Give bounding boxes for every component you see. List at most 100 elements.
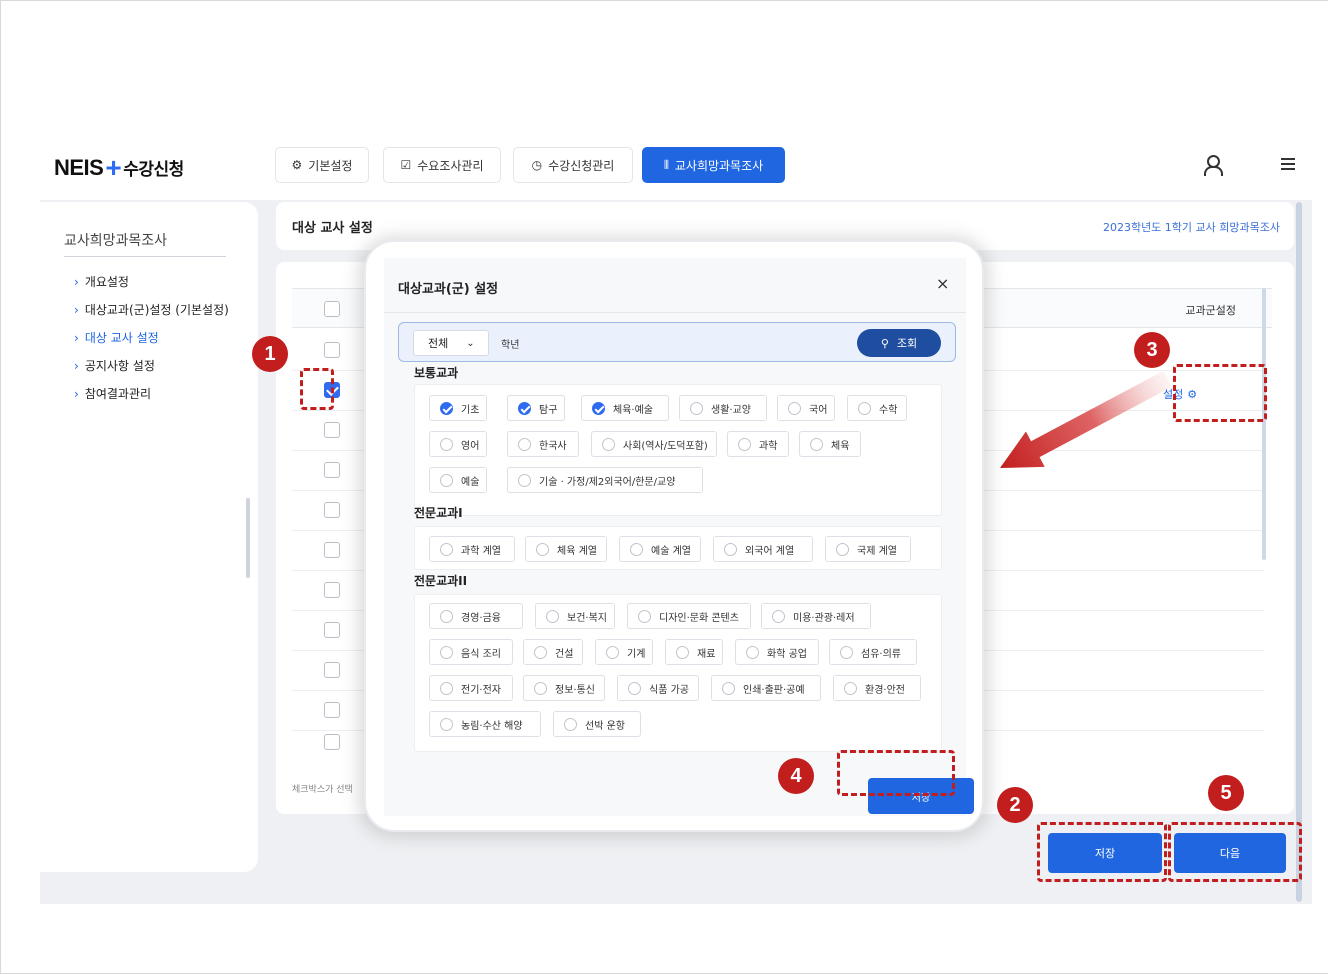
unchecked-circle-icon (440, 437, 453, 451)
subject-option[interactable]: 예술 계열 (619, 536, 701, 562)
modal-divider (384, 312, 966, 313)
sidebar-item-label: 공지사항 설정 (84, 359, 155, 373)
subject-option[interactable]: 농림·수산 해양 (429, 711, 541, 737)
unchecked-circle-icon (602, 437, 615, 451)
row-checkbox[interactable] (324, 422, 340, 438)
subject-option[interactable]: 음식 조리 (429, 639, 513, 665)
logo-plus: + (105, 152, 122, 183)
subject-option-label: 건설 (555, 648, 574, 660)
subject-option[interactable]: 국제 계열 (825, 536, 911, 562)
section-vocational-2: 경영·금융 보건·복지 디자인·문화 콘텐츠 미용·관광·레저음식 조리 건설 기계 재료 화… (414, 594, 942, 752)
subject-option[interactable]: 기계 (595, 639, 653, 665)
subject-option[interactable]: 생활·교양 (679, 395, 767, 421)
subject-option[interactable]: 인쇄·출판·공예 (711, 675, 821, 701)
sidebar: 교사희망과목조사 › 개요설정 › 대상교과(군)설정 (기본설정) › 대상 교사 … (40, 202, 258, 872)
subject-option-label: 경영·금융 (461, 612, 501, 624)
subject-option[interactable]: 과학 (727, 431, 789, 457)
row-checkbox[interactable] (324, 662, 340, 678)
logo-subtitle: 수강신청 (123, 160, 184, 180)
row-checkbox[interactable] (324, 702, 340, 718)
checked-circle-icon (592, 401, 605, 415)
subject-option-label: 선박 운항 (585, 720, 625, 732)
sidebar-item-results[interactable]: › 참여결과관리 (74, 385, 151, 402)
app-logo[interactable]: NEIS+ 수강신청 (54, 150, 184, 183)
subject-option[interactable]: 전기·전자 (429, 675, 513, 701)
unchecked-circle-icon (638, 609, 651, 623)
subject-option[interactable]: 선박 운항 (553, 711, 641, 737)
subject-option-label: 전기·전자 (461, 684, 501, 696)
row-checkbox[interactable] (324, 582, 340, 598)
subject-option[interactable]: 체육·예술 (581, 395, 669, 421)
subject-option[interactable]: 수학 (847, 395, 907, 421)
tab-basic-settings[interactable]: ⚙ 기본설정 (275, 147, 369, 183)
subject-option[interactable]: 건설 (523, 639, 583, 665)
menu-icon[interactable] (1281, 158, 1295, 170)
subject-option-label: 사회(역사/도덕포함) (623, 440, 708, 452)
row-checkbox[interactable] (324, 734, 340, 750)
modal-body: 대상교과(군) 설정 × 전체 ⌄ 학년 ⚲ 조회 보통교과 기초 탐구 체육·예술… (384, 258, 974, 816)
subject-option[interactable]: 경영·금융 (429, 603, 523, 629)
subject-option[interactable]: 체육 (799, 431, 861, 457)
tab-demand-survey[interactable]: ☑ 수요조사관리 (383, 147, 501, 183)
sidebar-item-target-teachers[interactable]: › 대상 교사 설정 (74, 329, 159, 346)
select-all-checkbox[interactable] (324, 301, 340, 317)
scope-select-value: 전체 (428, 337, 449, 350)
tab-enrollment[interactable]: ◷ 수강신청관리 (513, 147, 633, 183)
subject-option[interactable]: 한국사 (507, 431, 579, 457)
sidebar-item-notice[interactable]: › 공지사항 설정 (74, 357, 155, 374)
subject-option[interactable]: 기술 · 가정/제2외국어/한문/교양 (507, 467, 703, 493)
subject-option-label: 기술 · 가정/제2외국어/한문/교양 (539, 476, 676, 488)
callout-badge-4: 4 (778, 758, 814, 794)
subject-group-modal: 대상교과(군) 설정 × 전체 ⌄ 학년 ⚲ 조회 보통교과 기초 탐구 체육·예술… (364, 240, 984, 832)
row-checkbox[interactable] (324, 622, 340, 638)
subject-option[interactable]: 예술 (429, 467, 487, 493)
row-checkbox[interactable] (324, 342, 340, 358)
subject-option[interactable]: 화학 공업 (735, 639, 819, 665)
sidebar-item-subject-groups[interactable]: › 대상교과(군)설정 (기본설정) (74, 301, 229, 318)
modal-title: 대상교과(군) 설정 (398, 282, 499, 297)
subject-option-label: 국어 (809, 404, 828, 416)
subject-option[interactable]: 환경·안전 (833, 675, 921, 701)
user-icon[interactable] (1202, 153, 1224, 176)
subject-option[interactable]: 보건·복지 (535, 603, 615, 629)
subject-option[interactable]: 체육 계열 (525, 536, 607, 562)
subject-option[interactable]: 탐구 (507, 395, 565, 421)
subject-option[interactable]: 국어 (777, 395, 835, 421)
subject-option[interactable]: 식품 가공 (617, 675, 699, 701)
close-icon[interactable]: × (936, 274, 949, 293)
subject-option[interactable]: 섬유·의류 (829, 639, 917, 665)
subject-option[interactable]: 과학 계열 (429, 536, 515, 562)
subject-option-label: 예술 (461, 476, 480, 488)
highlight-setting-link (1173, 364, 1267, 422)
unchecked-circle-icon (840, 645, 853, 659)
row-checkbox[interactable] (324, 542, 340, 558)
sidebar-scrollbar[interactable] (246, 498, 250, 578)
tab-teacher-survey[interactable]: ⫴ 교사희망과목조사 (642, 147, 785, 183)
subject-option-label: 보건·복지 (567, 612, 607, 624)
unchecked-circle-icon (440, 609, 453, 623)
unchecked-circle-icon (690, 401, 703, 415)
tab-label: 교사희망과목조사 (674, 158, 764, 173)
subject-option-label: 영어 (461, 440, 480, 452)
subject-option[interactable]: 미용·관광·레저 (761, 603, 871, 629)
gear-icon: ⚙ (291, 158, 303, 172)
sidebar-title: 교사희망과목조사 (64, 230, 226, 257)
subject-option[interactable]: 사회(역사/도덕포함) (591, 431, 717, 457)
page-scrollbar[interactable] (1296, 202, 1302, 902)
subject-option[interactable]: 디자인·문화 콘텐츠 (627, 603, 751, 629)
grade-label: 학년 (501, 340, 520, 351)
search-button[interactable]: ⚲ 조회 (857, 329, 941, 357)
subject-option[interactable]: 기초 (429, 395, 487, 421)
table-scrollbar[interactable] (1262, 288, 1266, 560)
subject-option[interactable]: 외국어 계열 (713, 536, 813, 562)
subject-option-label: 예술 계열 (651, 545, 691, 557)
subject-option[interactable]: 재료 (665, 639, 723, 665)
unchecked-circle-icon (772, 609, 785, 623)
subject-option[interactable]: 정보·통신 (523, 675, 605, 701)
row-checkbox[interactable] (324, 502, 340, 518)
scope-select[interactable]: 전체 ⌄ (413, 330, 489, 356)
tab-label: 수요조사관리 (417, 158, 484, 173)
sidebar-item-overview[interactable]: › 개요설정 (74, 273, 129, 290)
subject-option[interactable]: 영어 (429, 431, 487, 457)
row-checkbox[interactable] (324, 462, 340, 478)
